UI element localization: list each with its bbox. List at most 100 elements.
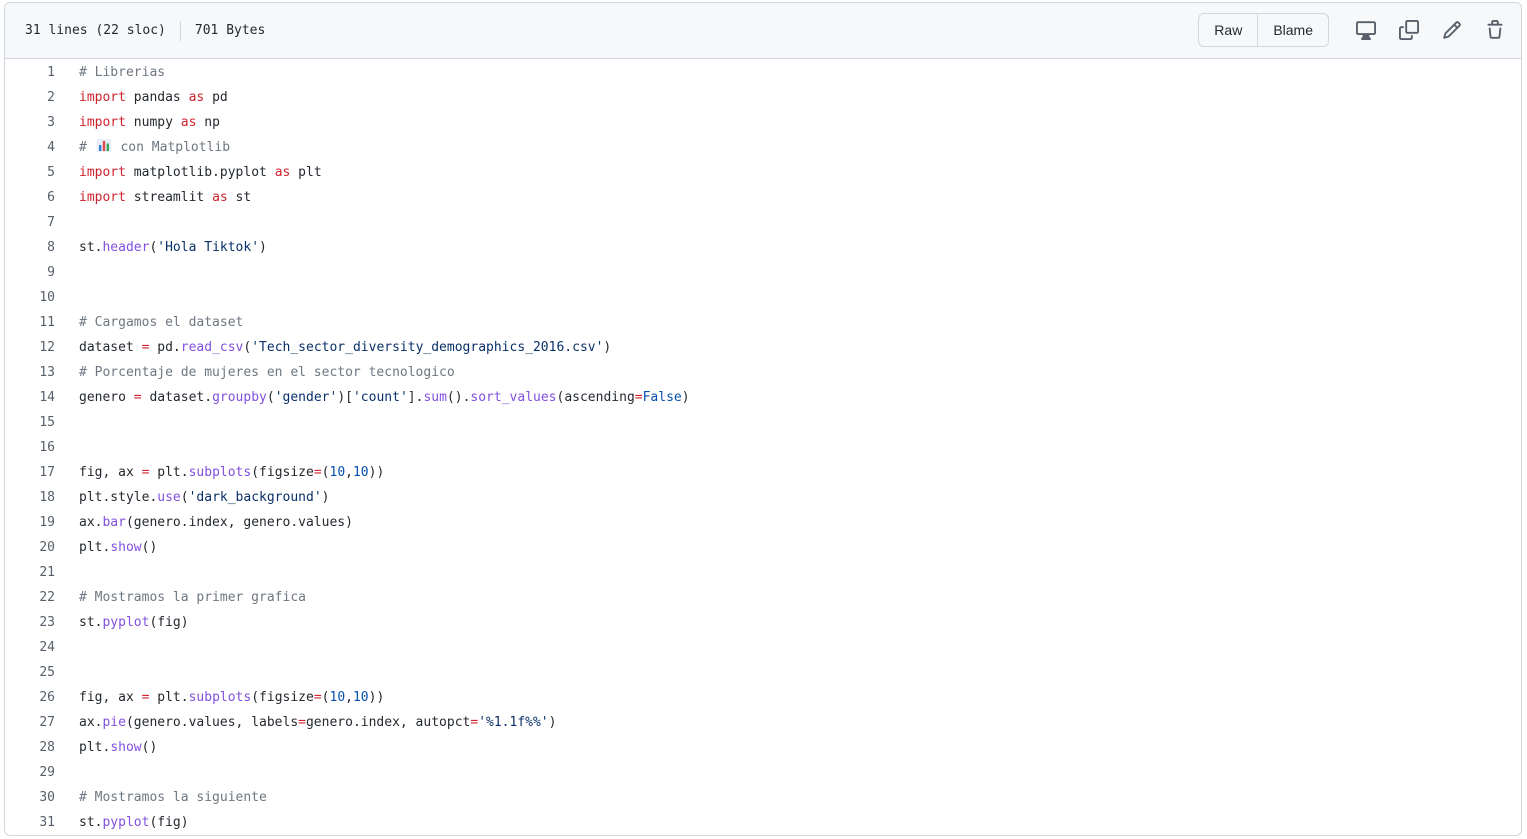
code-token: (genero.index, genero.values) bbox=[125, 515, 353, 530]
line-number[interactable]: 24 bbox=[5, 635, 55, 660]
code-token: plt. bbox=[79, 540, 111, 555]
code-line: 1 # Librerias bbox=[5, 60, 1521, 85]
line-number[interactable]: 26 bbox=[5, 685, 55, 710]
line-number[interactable]: 18 bbox=[5, 485, 55, 510]
code-token: # Cargamos el dataset bbox=[79, 315, 244, 330]
line-number[interactable]: 31 bbox=[5, 810, 55, 835]
line-number[interactable]: 15 bbox=[5, 410, 55, 435]
code-text: genero = dataset.groupby('gender')['coun… bbox=[55, 385, 690, 410]
line-number[interactable]: 20 bbox=[5, 535, 55, 560]
code-token: fig, ax bbox=[79, 465, 142, 480]
display-icon[interactable] bbox=[1352, 16, 1380, 44]
code-token: ( bbox=[321, 690, 330, 705]
line-number[interactable]: 4 bbox=[5, 135, 55, 160]
code-token: plt.style. bbox=[79, 490, 158, 505]
line-number[interactable]: 27 bbox=[5, 710, 55, 735]
line-number[interactable]: 19 bbox=[5, 510, 55, 535]
code-token: # Librerias bbox=[79, 65, 166, 80]
line-number[interactable]: 5 bbox=[5, 160, 55, 185]
code-token: # bbox=[79, 140, 95, 155]
code-token: import bbox=[79, 90, 126, 105]
line-number[interactable]: 9 bbox=[5, 260, 55, 285]
code-token: ) bbox=[259, 240, 267, 255]
code-token: groupby bbox=[212, 390, 267, 405]
code-line: 22 # Mostramos la primer grafica bbox=[5, 585, 1521, 610]
code-token: st. bbox=[79, 815, 103, 830]
trash-icon[interactable] bbox=[1481, 16, 1509, 44]
code-text: # Librerias bbox=[55, 60, 165, 85]
code-token: 'dark_background' bbox=[188, 490, 322, 505]
line-number[interactable]: 30 bbox=[5, 785, 55, 810]
code-token: streamlit bbox=[125, 190, 213, 205]
code-token: 10 bbox=[329, 690, 346, 705]
code-line: 17 fig, ax = plt.subplots(figsize=(10,10)… bbox=[5, 460, 1521, 485]
code-token: 'gender' bbox=[274, 390, 338, 405]
line-number[interactable]: 22 bbox=[5, 585, 55, 610]
code-token: (ascending bbox=[556, 390, 635, 405]
line-number[interactable]: 6 bbox=[5, 185, 55, 210]
code-token: = bbox=[313, 465, 322, 480]
code-token: # Porcentaje de mujeres en el sector tec… bbox=[79, 365, 455, 380]
code-token: plt. bbox=[149, 465, 189, 480]
code-text: ax.bar(genero.index, genero.values) bbox=[55, 510, 353, 535]
line-number[interactable]: 10 bbox=[5, 285, 55, 310]
line-number[interactable]: 28 bbox=[5, 735, 55, 760]
code-line: 25 bbox=[5, 660, 1521, 685]
code-token: )) bbox=[368, 690, 385, 705]
code-line: 20 plt.show() bbox=[5, 535, 1521, 560]
line-number[interactable]: 23 bbox=[5, 610, 55, 635]
code-text: plt.show() bbox=[55, 735, 157, 760]
line-number[interactable]: 14 bbox=[5, 385, 55, 410]
blame-button[interactable]: Blame bbox=[1257, 14, 1328, 46]
line-number[interactable]: 12 bbox=[5, 335, 55, 360]
line-number[interactable]: 2 bbox=[5, 85, 55, 110]
code-token: , bbox=[345, 465, 353, 480]
code-token: )[ bbox=[337, 390, 353, 405]
code-text: st.header('Hola Tiktok') bbox=[55, 235, 267, 260]
code-token: sum bbox=[423, 390, 447, 405]
code-token: plt. bbox=[79, 740, 111, 755]
code-token: use bbox=[157, 490, 181, 505]
code-text: fig, ax = plt.subplots(figsize=(10,10)) bbox=[55, 685, 384, 710]
code-token: ax. bbox=[79, 715, 103, 730]
code-line: 27 ax.pie(genero.values, labels=genero.in… bbox=[5, 710, 1521, 735]
code-line: 10 bbox=[5, 285, 1521, 310]
code-token: = bbox=[313, 690, 322, 705]
code-body: 1 # Librerias 2 import pandas as pd 3 import … bbox=[5, 59, 1521, 835]
code-token: genero bbox=[79, 390, 134, 405]
code-line: 7 bbox=[5, 210, 1521, 235]
line-number[interactable]: 7 bbox=[5, 210, 55, 235]
code-line: 23 st.pyplot(fig) bbox=[5, 610, 1521, 635]
line-number[interactable]: 8 bbox=[5, 235, 55, 260]
code-token: = bbox=[298, 715, 306, 730]
code-token: con Matplotlib bbox=[112, 140, 231, 155]
code-text: st.pyplot(fig) bbox=[55, 810, 189, 835]
line-number[interactable]: 3 bbox=[5, 110, 55, 135]
line-number[interactable]: 29 bbox=[5, 760, 55, 785]
code-token: 10 bbox=[352, 690, 369, 705]
line-number[interactable]: 1 bbox=[5, 60, 55, 85]
code-token: st. bbox=[79, 240, 103, 255]
code-token: pyplot bbox=[102, 815, 150, 830]
code-token: as bbox=[212, 190, 228, 205]
code-token: sort_values bbox=[470, 390, 557, 405]
line-number[interactable]: 11 bbox=[5, 310, 55, 335]
file-viewer: 31 lines (22 sloc) 701 Bytes Raw Blame 1… bbox=[4, 2, 1522, 836]
code-token: st. bbox=[79, 615, 103, 630]
code-text: plt.show() bbox=[55, 535, 157, 560]
copy-icon[interactable] bbox=[1395, 16, 1423, 44]
raw-button[interactable]: Raw bbox=[1199, 14, 1257, 46]
code-token: bar bbox=[102, 515, 126, 530]
pencil-icon[interactable] bbox=[1438, 16, 1466, 44]
code-token: (genero.values, labels bbox=[125, 715, 299, 730]
line-number[interactable]: 21 bbox=[5, 560, 55, 585]
line-number[interactable]: 25 bbox=[5, 660, 55, 685]
line-number[interactable]: 16 bbox=[5, 435, 55, 460]
code-line: 26 fig, ax = plt.subplots(figsize=(10,10)… bbox=[5, 685, 1521, 710]
line-number[interactable]: 13 bbox=[5, 360, 55, 385]
code-token: (figsize bbox=[251, 465, 314, 480]
line-number[interactable]: 17 bbox=[5, 460, 55, 485]
